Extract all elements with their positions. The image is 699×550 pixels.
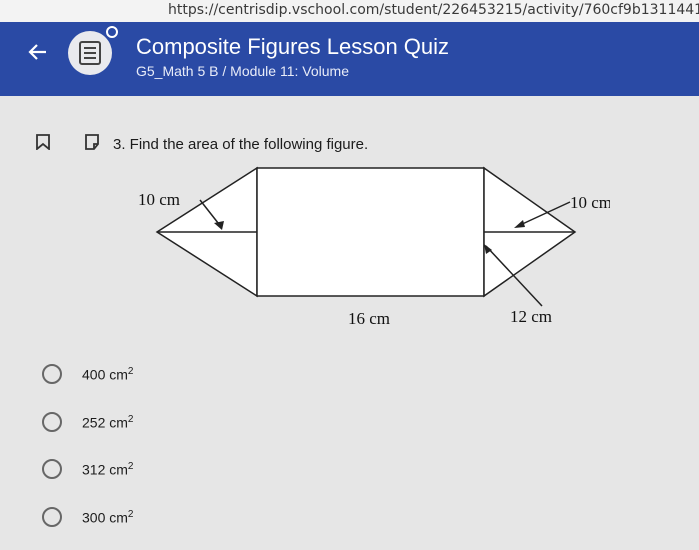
status-dot-icon: [106, 26, 118, 38]
bookmark-icon[interactable]: [36, 134, 50, 155]
quiz-header: Composite Figures Lesson Quiz G5_Math 5 …: [0, 22, 699, 96]
answer-choice[interactable]: 400 cm2: [42, 361, 242, 387]
center-rectangle: [256, 167, 485, 297]
composite-figure: 10 cm 10 cm 16 cm 12 cm: [138, 166, 610, 328]
question-text: 3. Find the area of the following figure…: [113, 136, 369, 153]
radio-button[interactable]: [42, 412, 62, 432]
breadcrumb: G5_Math 5 B / Module 11: Volume: [136, 63, 349, 79]
choice-label: 252 cm2: [82, 413, 134, 431]
note-icon[interactable]: [84, 134, 100, 155]
answer-choice[interactable]: 252 cm2: [42, 409, 242, 435]
left-triangle-label: 10 cm: [138, 190, 180, 209]
url-bar[interactable]: https://centrisdip.vschool.com/student/2…: [0, 0, 699, 22]
quiz-icon: [68, 31, 112, 75]
choice-label: 300 cm2: [82, 508, 134, 526]
back-arrow-icon[interactable]: [26, 40, 50, 64]
page-title: Composite Figures Lesson Quiz: [136, 34, 450, 59]
choice-label: 400 cm2: [82, 365, 134, 383]
radio-button[interactable]: [42, 459, 62, 479]
answer-choice[interactable]: 300 cm2: [42, 504, 242, 530]
choice-label: 312 cm2: [82, 460, 134, 478]
radio-button[interactable]: [42, 507, 62, 527]
rect-height-label: 12 cm: [510, 307, 552, 326]
radio-button[interactable]: [42, 364, 62, 384]
answer-choice[interactable]: 312 cm2: [42, 456, 242, 482]
rect-width-label: 16 cm: [348, 309, 390, 328]
right-triangle-label: 10 cm: [570, 193, 610, 212]
